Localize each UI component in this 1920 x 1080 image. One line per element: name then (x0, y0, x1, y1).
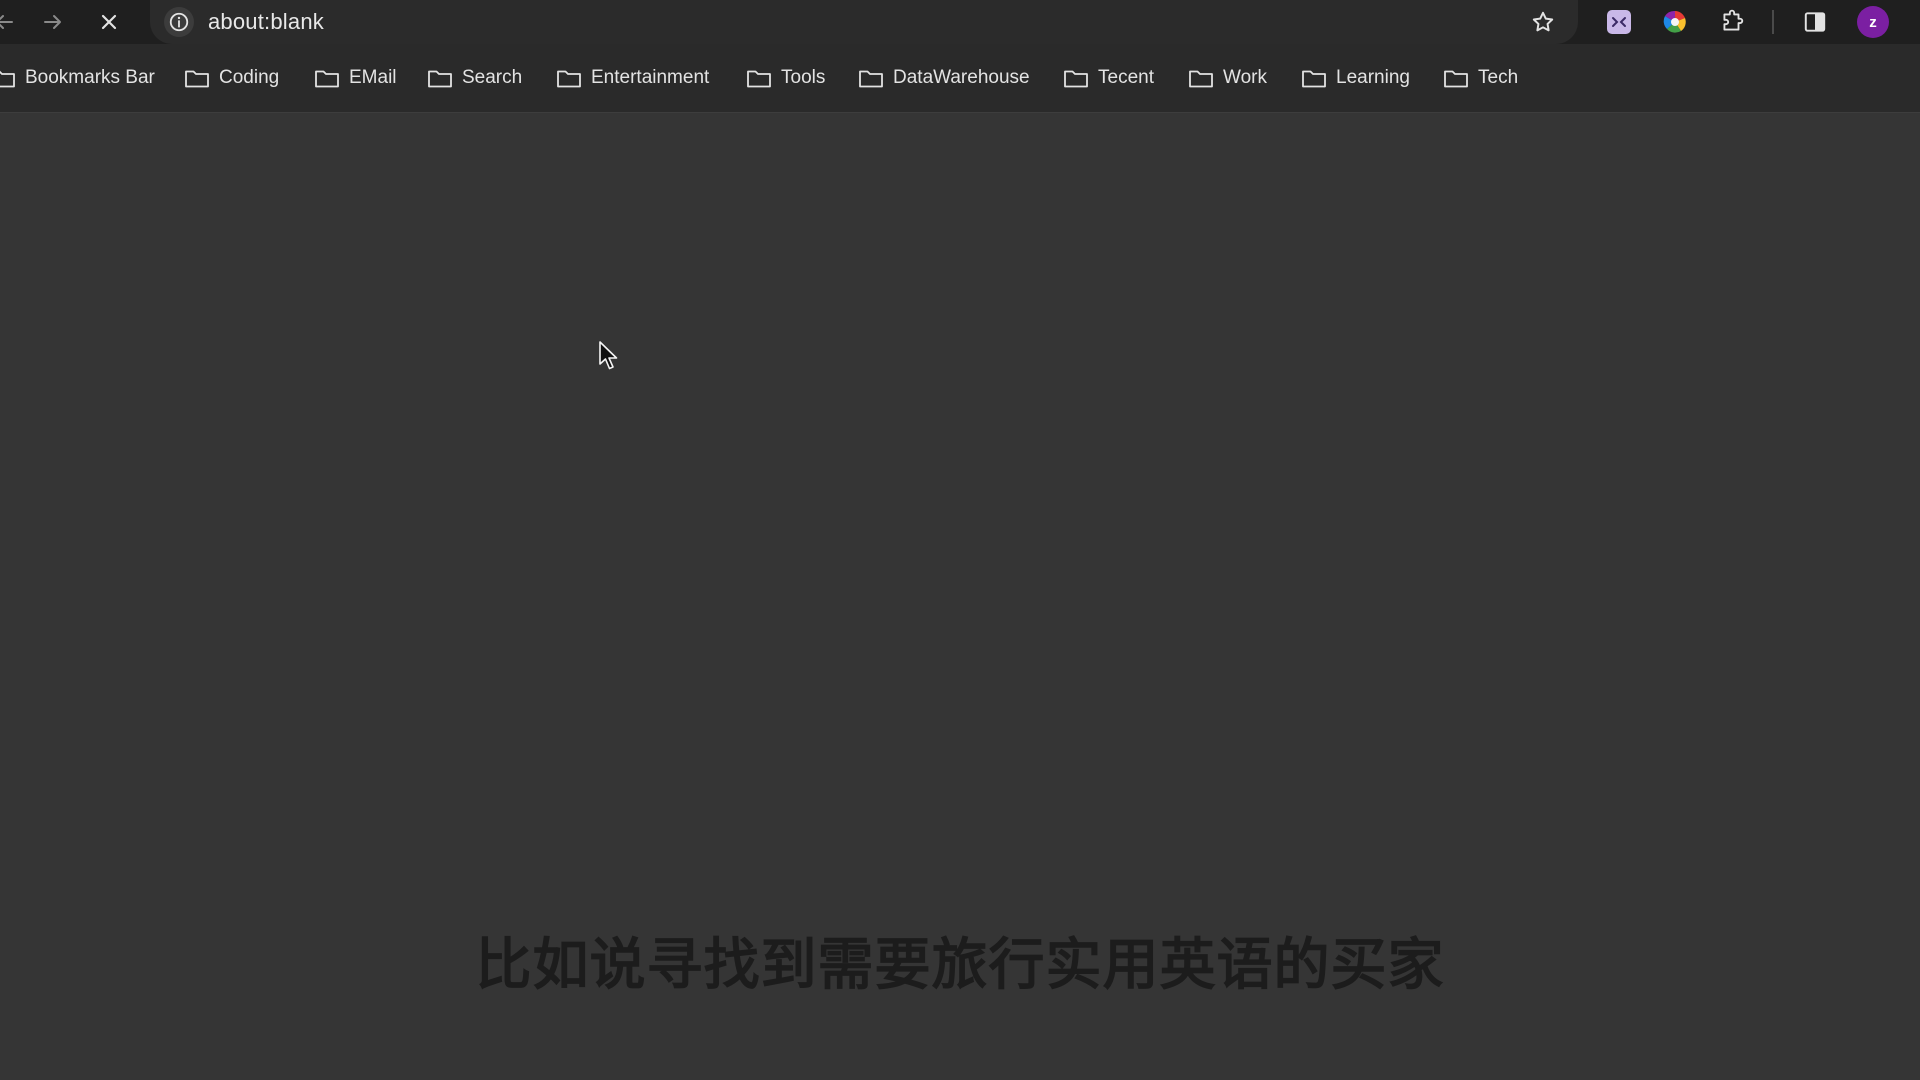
site-info-button[interactable] (164, 7, 194, 37)
folder-icon (1189, 70, 1213, 88)
video-subtitle: 比如说寻找到需要旅行实用英语的买家 (475, 933, 1445, 998)
bookmark-folder-coding[interactable]: Coding (184, 62, 279, 94)
translate-extension-icon (1607, 10, 1631, 34)
bookmarks-bar: Bookmarks Bar Coding EMail Search Entert… (0, 44, 1920, 113)
folder-icon (859, 70, 883, 88)
translate-extension-button[interactable] (1603, 6, 1635, 38)
address-bar[interactable]: about:blank (150, 0, 1578, 44)
color-extension-button[interactable] (1659, 6, 1691, 38)
mouse-cursor-icon (599, 341, 618, 370)
bookmark-label: Tools (781, 67, 826, 88)
bookmark-folder-tools[interactable]: Tools (746, 62, 825, 94)
folder-icon (1064, 70, 1088, 88)
bookmark-label: Tecent (1098, 67, 1154, 88)
bookmark-label: Bookmarks Bar (25, 67, 155, 88)
bookmark-folder-tech[interactable]: Tech (1443, 62, 1518, 94)
bookmark-folder-learning[interactable]: Learning (1301, 62, 1410, 94)
toolbar-divider (1772, 10, 1774, 34)
profile-avatar[interactable]: z (1857, 6, 1889, 38)
bookmark-folder-search[interactable]: Search (427, 62, 522, 94)
bookmark-folder-email[interactable]: EMail (314, 62, 397, 94)
bookmark-folder-tecent[interactable]: Tecent (1063, 62, 1154, 94)
bookmark-label: Entertainment (591, 67, 710, 88)
bookmark-label: Search (462, 67, 523, 88)
stop-loading-icon (101, 14, 117, 30)
color-extension-icon (1663, 10, 1686, 33)
side-panel-icon (1804, 12, 1826, 32)
folder-icon (747, 70, 771, 88)
bookmark-folder-bookmarks-bar[interactable]: Bookmarks Bar (0, 62, 155, 94)
bookmark-folder-entertainment[interactable]: Entertainment (556, 62, 709, 94)
bookmark-label: Coding (219, 67, 280, 88)
bookmark-label: Work (1223, 67, 1267, 88)
side-panel-button[interactable] (1799, 6, 1831, 38)
forward-button[interactable] (35, 4, 71, 40)
info-icon (169, 12, 189, 32)
extensions-button[interactable] (1716, 6, 1748, 38)
back-button[interactable] (0, 4, 22, 40)
back-arrow-icon (0, 15, 13, 29)
bookmark-label: Tech (1478, 67, 1519, 88)
star-icon[interactable] (1530, 9, 1556, 35)
stop-loading-button[interactable] (91, 4, 127, 40)
forward-arrow-icon (44, 15, 61, 29)
folder-icon (315, 70, 339, 88)
bookmark-label: Learning (1336, 67, 1410, 88)
folder-icon (1444, 70, 1468, 88)
folder-icon (185, 70, 209, 88)
browser-toolbar: about:blank z (0, 0, 1920, 44)
url-text[interactable]: about:blank (208, 9, 324, 35)
bookmark-label: EMail (349, 67, 397, 88)
bookmark-label: DataWarehouse (893, 67, 1030, 88)
folder-icon (428, 70, 452, 88)
bookmark-folder-work[interactable]: Work (1188, 62, 1267, 94)
folder-icon (1302, 70, 1326, 88)
folder-icon (0, 70, 15, 88)
puzzle-extensions-icon (1723, 9, 1744, 31)
folder-icon (557, 70, 581, 88)
bookmark-folder-datawarehouse[interactable]: DataWarehouse (858, 62, 1030, 94)
